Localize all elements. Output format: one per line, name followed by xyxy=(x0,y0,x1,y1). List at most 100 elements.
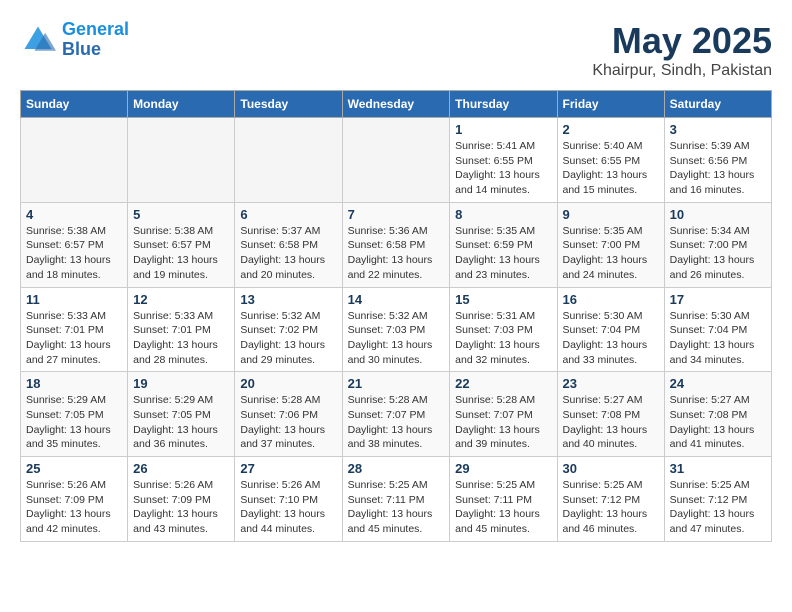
day-number: 12 xyxy=(133,292,229,307)
calendar-cell: 31Sunrise: 5:25 AM Sunset: 7:12 PM Dayli… xyxy=(664,457,771,542)
calendar-cell: 25 Sunrise: 5:26 AM Sunset: 7:09 PM Dayli… xyxy=(21,457,128,542)
day-info: Sunrise: 5:25 AM Sunset: 7:11 PM Dayligh… xyxy=(348,478,445,537)
day-number: 4 xyxy=(26,207,122,222)
page-header: General Blue May 2025 Khairpur, Sindh, P… xyxy=(20,20,772,80)
logo: General Blue xyxy=(20,20,129,60)
calendar-cell: 2 Sunrise: 5:40 AM Sunset: 6:55 PM Daylig… xyxy=(557,118,664,203)
day-number: 23 xyxy=(563,376,659,391)
logo-text: General Blue xyxy=(62,20,129,60)
calendar-cell: 8 Sunrise: 5:35 AM Sunset: 6:59 PM Daylig… xyxy=(450,202,557,287)
day-number: 13 xyxy=(240,292,336,307)
day-number: 16 xyxy=(563,292,659,307)
month-title: May 2025 xyxy=(592,20,772,62)
day-info: Sunrise: 5:26 AM Sunset: 7:09 PM Dayligh… xyxy=(133,478,229,537)
week-row-1: 1Sunrise: 5:41 AM Sunset: 6:55 PM Daylig… xyxy=(21,118,772,203)
day-info: Sunrise: 5:30 AM Sunset: 7:04 PM Dayligh… xyxy=(670,309,766,368)
day-number: 24 xyxy=(670,376,766,391)
day-info: Sunrise: 5:28 AM Sunset: 7:07 PM Dayligh… xyxy=(348,393,445,452)
calendar-cell: 30 Sunrise: 5:25 AM Sunset: 7:12 PM Dayli… xyxy=(557,457,664,542)
day-number: 25 xyxy=(26,461,122,476)
calendar-cell: 29 Sunrise: 5:25 AM Sunset: 7:11 PM Dayli… xyxy=(450,457,557,542)
weekday-header-thursday: Thursday xyxy=(450,91,557,118)
calendar-cell: 28 Sunrise: 5:25 AM Sunset: 7:11 PM Dayli… xyxy=(342,457,450,542)
day-info: Sunrise: 5:29 AM Sunset: 7:05 PM Dayligh… xyxy=(26,393,122,452)
day-info: Sunrise: 5:28 AM Sunset: 7:06 PM Dayligh… xyxy=(240,393,336,452)
day-number: 3 xyxy=(670,122,766,137)
day-info: Sunrise: 5:37 AM Sunset: 6:58 PM Dayligh… xyxy=(240,224,336,283)
day-info: Sunrise: 5:27 AM Sunset: 7:08 PM Dayligh… xyxy=(670,393,766,452)
calendar-cell: 24 Sunrise: 5:27 AM Sunset: 7:08 PM Dayli… xyxy=(664,372,771,457)
day-info: Sunrise: 5:36 AM Sunset: 6:58 PM Dayligh… xyxy=(348,224,445,283)
day-info: Sunrise: 5:35 AM Sunset: 7:00 PM Dayligh… xyxy=(563,224,659,283)
calendar-cell: 15 Sunrise: 5:31 AM Sunset: 7:03 PM Dayli… xyxy=(450,287,557,372)
day-info: Sunrise: 5:35 AM Sunset: 6:59 PM Dayligh… xyxy=(455,224,551,283)
day-number: 30 xyxy=(563,461,659,476)
day-info: Sunrise: 5:32 AM Sunset: 7:03 PM Dayligh… xyxy=(348,309,445,368)
title-block: May 2025 Khairpur, Sindh, Pakistan xyxy=(592,20,772,80)
weekday-header-monday: Monday xyxy=(128,91,235,118)
calendar-cell: 16 Sunrise: 5:30 AM Sunset: 7:04 PM Dayli… xyxy=(557,287,664,372)
calendar-cell xyxy=(342,118,450,203)
day-number: 28 xyxy=(348,461,445,476)
day-number: 29 xyxy=(455,461,551,476)
calendar-cell: 14 Sunrise: 5:32 AM Sunset: 7:03 PM Dayli… xyxy=(342,287,450,372)
week-row-5: 25 Sunrise: 5:26 AM Sunset: 7:09 PM Dayli… xyxy=(21,457,772,542)
week-row-3: 11 Sunrise: 5:33 AM Sunset: 7:01 PM Dayli… xyxy=(21,287,772,372)
day-info: Sunrise: 5:28 AM Sunset: 7:07 PM Dayligh… xyxy=(455,393,551,452)
day-number: 19 xyxy=(133,376,229,391)
calendar-table: SundayMondayTuesdayWednesdayThursdayFrid… xyxy=(20,90,772,542)
day-number: 10 xyxy=(670,207,766,222)
calendar-cell xyxy=(235,118,342,203)
day-number: 17 xyxy=(670,292,766,307)
week-row-4: 18 Sunrise: 5:29 AM Sunset: 7:05 PM Dayli… xyxy=(21,372,772,457)
calendar-cell: 21Sunrise: 5:28 AM Sunset: 7:07 PM Dayli… xyxy=(342,372,450,457)
week-row-2: 4Sunrise: 5:38 AM Sunset: 6:57 PM Daylig… xyxy=(21,202,772,287)
weekday-header-row: SundayMondayTuesdayWednesdayThursdayFrid… xyxy=(21,91,772,118)
day-number: 31 xyxy=(670,461,766,476)
weekday-header-sunday: Sunday xyxy=(21,91,128,118)
calendar-cell: 10 Sunrise: 5:34 AM Sunset: 7:00 PM Dayli… xyxy=(664,202,771,287)
day-info: Sunrise: 5:39 AM Sunset: 6:56 PM Dayligh… xyxy=(670,139,766,198)
calendar-cell: 17 Sunrise: 5:30 AM Sunset: 7:04 PM Dayli… xyxy=(664,287,771,372)
calendar-cell: 19Sunrise: 5:29 AM Sunset: 7:05 PM Dayli… xyxy=(128,372,235,457)
calendar-cell: 5Sunrise: 5:38 AM Sunset: 6:57 PM Daylig… xyxy=(128,202,235,287)
calendar-cell: 3 Sunrise: 5:39 AM Sunset: 6:56 PM Daylig… xyxy=(664,118,771,203)
weekday-header-tuesday: Tuesday xyxy=(235,91,342,118)
logo-icon xyxy=(20,22,56,58)
day-info: Sunrise: 5:26 AM Sunset: 7:09 PM Dayligh… xyxy=(26,478,122,537)
calendar-cell xyxy=(128,118,235,203)
day-info: Sunrise: 5:32 AM Sunset: 7:02 PM Dayligh… xyxy=(240,309,336,368)
day-number: 18 xyxy=(26,376,122,391)
day-number: 7 xyxy=(348,207,445,222)
day-number: 6 xyxy=(240,207,336,222)
calendar-cell: 6 Sunrise: 5:37 AM Sunset: 6:58 PM Daylig… xyxy=(235,202,342,287)
day-info: Sunrise: 5:30 AM Sunset: 7:04 PM Dayligh… xyxy=(563,309,659,368)
day-number: 15 xyxy=(455,292,551,307)
weekday-header-wednesday: Wednesday xyxy=(342,91,450,118)
day-number: 11 xyxy=(26,292,122,307)
day-info: Sunrise: 5:40 AM Sunset: 6:55 PM Dayligh… xyxy=(563,139,659,198)
calendar-cell: 12 Sunrise: 5:33 AM Sunset: 7:01 PM Dayli… xyxy=(128,287,235,372)
calendar-cell: 22 Sunrise: 5:28 AM Sunset: 7:07 PM Dayli… xyxy=(450,372,557,457)
day-number: 5 xyxy=(133,207,229,222)
day-info: Sunrise: 5:25 AM Sunset: 7:12 PM Dayligh… xyxy=(563,478,659,537)
day-number: 20 xyxy=(240,376,336,391)
calendar-cell: 26 Sunrise: 5:26 AM Sunset: 7:09 PM Dayli… xyxy=(128,457,235,542)
day-info: Sunrise: 5:25 AM Sunset: 7:11 PM Dayligh… xyxy=(455,478,551,537)
day-number: 26 xyxy=(133,461,229,476)
day-number: 8 xyxy=(455,207,551,222)
day-info: Sunrise: 5:34 AM Sunset: 7:00 PM Dayligh… xyxy=(670,224,766,283)
location-subtitle: Khairpur, Sindh, Pakistan xyxy=(592,62,772,80)
calendar-cell: 27Sunrise: 5:26 AM Sunset: 7:10 PM Dayli… xyxy=(235,457,342,542)
day-info: Sunrise: 5:26 AM Sunset: 7:10 PM Dayligh… xyxy=(240,478,336,537)
calendar-cell: 1Sunrise: 5:41 AM Sunset: 6:55 PM Daylig… xyxy=(450,118,557,203)
day-number: 14 xyxy=(348,292,445,307)
day-info: Sunrise: 5:33 AM Sunset: 7:01 PM Dayligh… xyxy=(133,309,229,368)
day-info: Sunrise: 5:31 AM Sunset: 7:03 PM Dayligh… xyxy=(455,309,551,368)
calendar-cell: 23Sunrise: 5:27 AM Sunset: 7:08 PM Dayli… xyxy=(557,372,664,457)
calendar-body: 1Sunrise: 5:41 AM Sunset: 6:55 PM Daylig… xyxy=(21,118,772,542)
day-number: 22 xyxy=(455,376,551,391)
calendar-cell: 4Sunrise: 5:38 AM Sunset: 6:57 PM Daylig… xyxy=(21,202,128,287)
day-number: 2 xyxy=(563,122,659,137)
day-number: 9 xyxy=(563,207,659,222)
